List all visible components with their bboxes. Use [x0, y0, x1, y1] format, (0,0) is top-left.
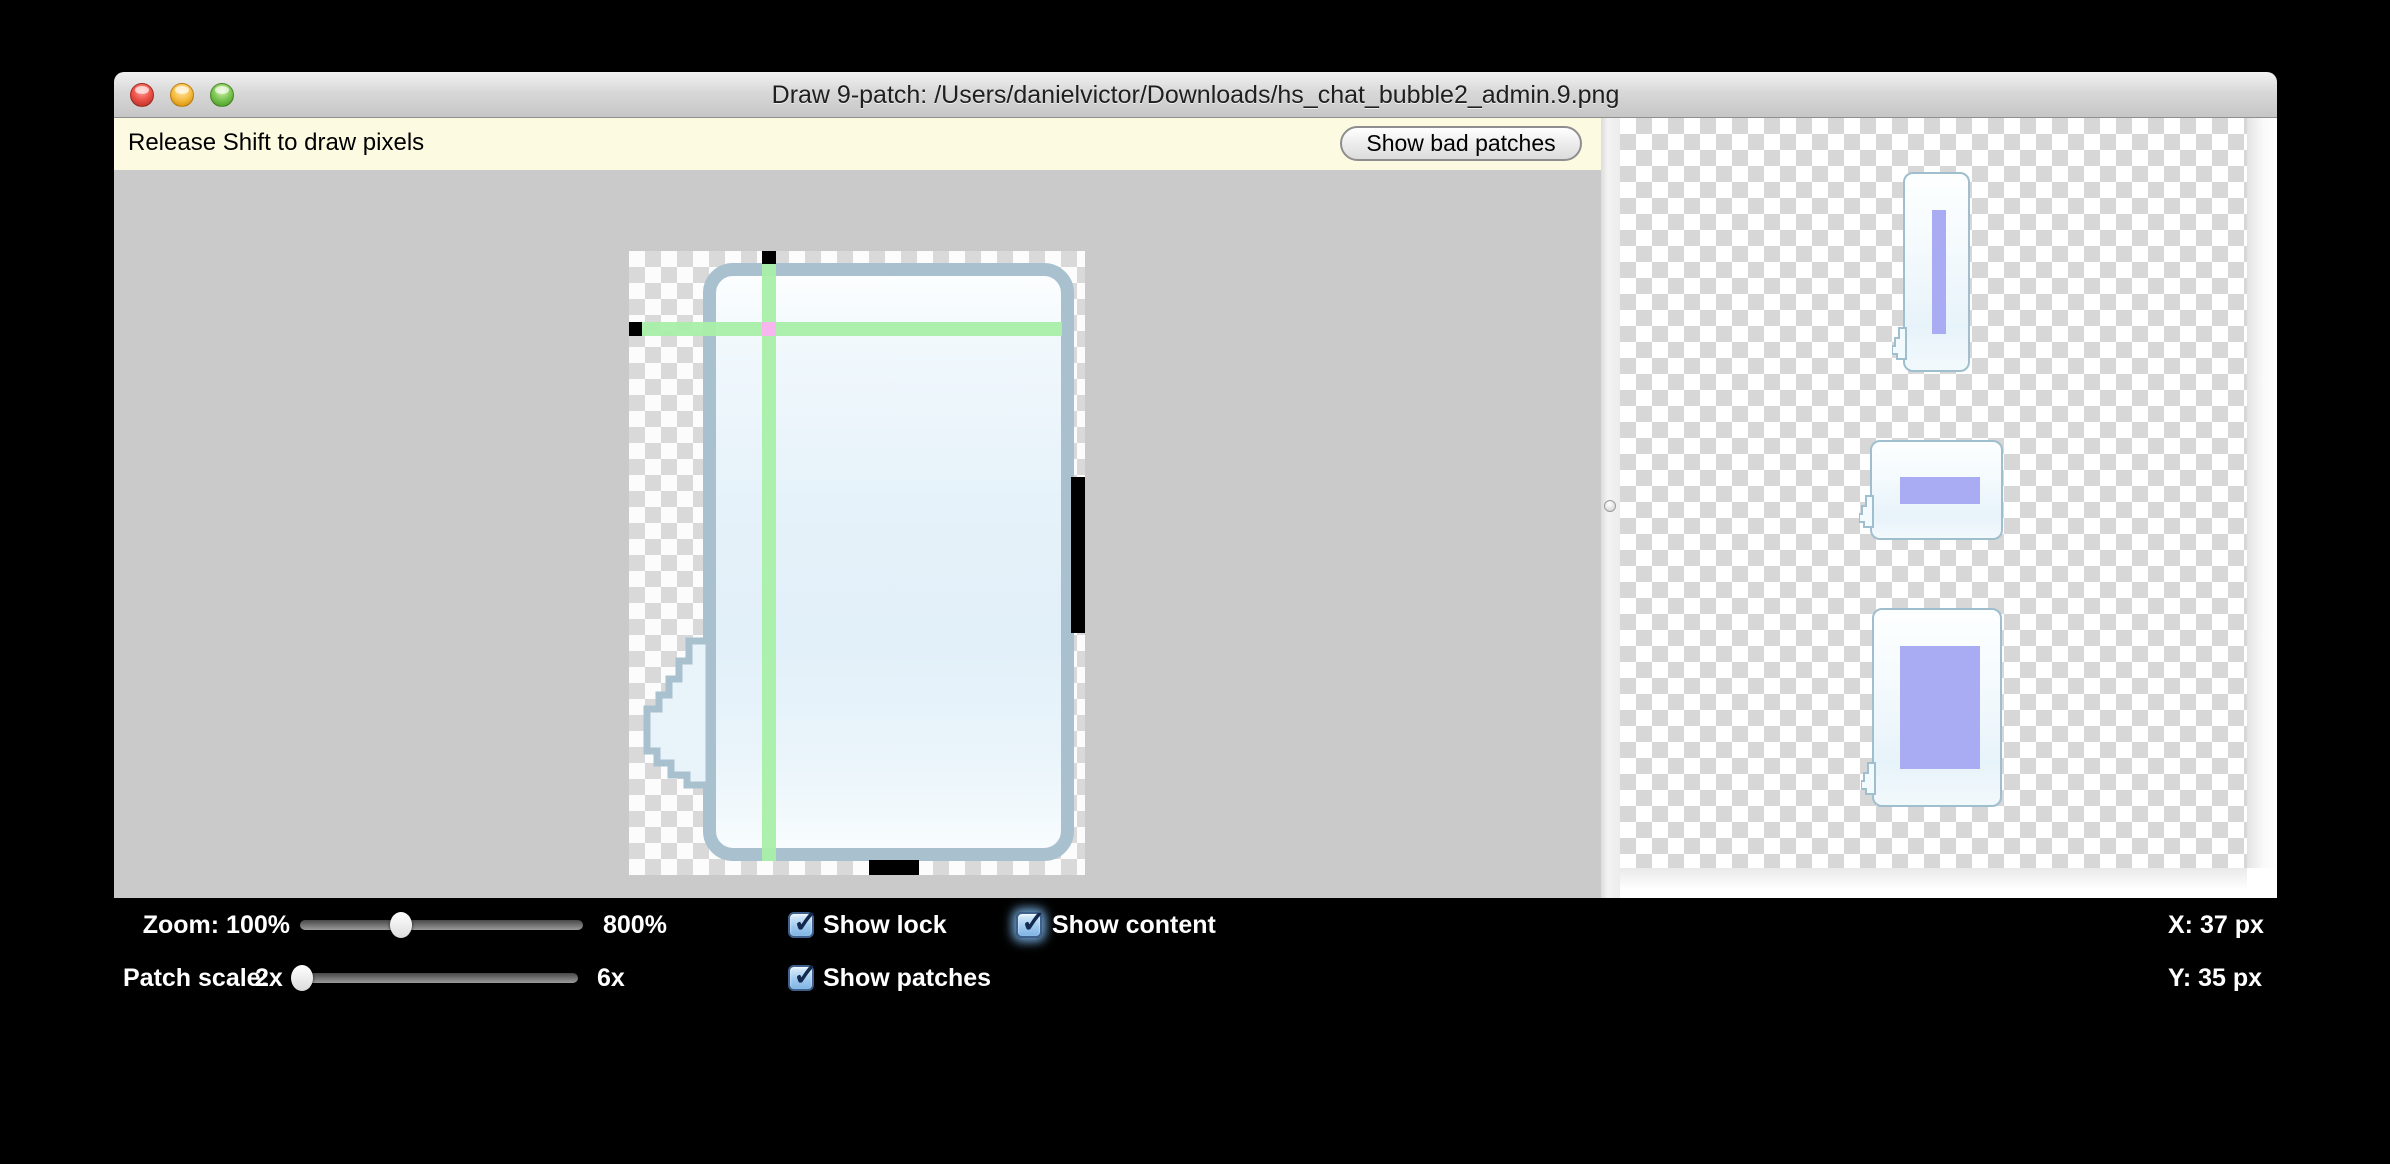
content-area-overlay	[1900, 646, 1980, 769]
preview-stretched-horizontal	[1870, 440, 2003, 540]
patch-scale-value: 2x	[255, 964, 283, 993]
window-titlebar[interactable]: Draw 9-patch: /Users/danielvictor/Downlo…	[114, 72, 2277, 118]
horizontal-scrollbar[interactable]	[1620, 868, 2247, 898]
padding-mark-bottom	[869, 860, 919, 875]
show-patches-checkbox[interactable]: ✓	[788, 965, 814, 991]
editor-canvas[interactable]	[114, 170, 1601, 898]
patch-mark-left	[629, 322, 642, 336]
checkmark-icon: ✓	[793, 958, 818, 993]
content-area-overlay	[1932, 210, 1946, 334]
status-bar: Release Shift to draw pixels Show bad pa…	[114, 118, 1601, 170]
preview-panel	[1620, 118, 2277, 898]
stretch-line-vertical	[762, 263, 776, 861]
splitter-handle-icon[interactable]	[1604, 500, 1616, 512]
minimize-button-icon[interactable]	[170, 83, 194, 107]
preview-tail-icon	[1892, 326, 1907, 364]
zoom-slider-label: Zoom: 100%	[100, 911, 290, 940]
show-lock-checkbox[interactable]: ✓	[788, 912, 814, 938]
screen: Draw 9-patch: /Users/danielvictor/Downlo…	[0, 0, 2390, 1164]
scrollbar-corner	[2247, 868, 2277, 898]
patch-scale-label: Patch scale:	[123, 964, 269, 993]
show-lock-label[interactable]: Show lock	[823, 911, 947, 940]
patch-scale-slider[interactable]	[295, 973, 578, 983]
patch-mark-top	[762, 251, 776, 264]
cursor-x-readout: X: 37 px	[2168, 911, 2264, 940]
chat-bubble-tail	[633, 633, 717, 805]
pane-splitter[interactable]	[1601, 118, 1620, 898]
status-message: Release Shift to draw pixels	[128, 129, 424, 157]
lock-intersection-marker	[762, 322, 776, 336]
preview-stretched-both	[1872, 608, 2002, 807]
zoom-slider-thumb[interactable]	[390, 912, 412, 938]
patch-scale-slider-thumb[interactable]	[291, 965, 313, 991]
show-content-label[interactable]: Show content	[1052, 911, 1216, 940]
ninepatch-image-area[interactable]	[629, 251, 1085, 875]
close-button-icon[interactable]	[130, 83, 154, 107]
cursor-y-readout: Y: 35 px	[2168, 964, 2262, 993]
chat-bubble-graphic	[703, 263, 1074, 861]
stretch-line-horizontal	[641, 322, 1062, 336]
zoom-slider[interactable]	[300, 920, 583, 930]
padding-mark-right	[1071, 477, 1085, 633]
zoom-max-label: 800%	[603, 911, 667, 940]
window-title: Draw 9-patch: /Users/danielvictor/Downlo…	[114, 72, 2277, 118]
show-content-checkbox[interactable]: ✓	[1016, 912, 1042, 938]
content-area-overlay	[1900, 477, 1980, 504]
preview-stretched-vertical	[1903, 172, 1970, 372]
show-patches-label[interactable]: Show patches	[823, 964, 991, 993]
preview-tail-icon	[1859, 494, 1874, 532]
maximize-button-icon[interactable]	[210, 83, 234, 107]
vertical-scrollbar[interactable]	[2247, 118, 2277, 868]
show-bad-patches-button[interactable]: Show bad patches	[1340, 126, 1582, 161]
patch-scale-max-label: 6x	[597, 964, 625, 993]
checkmark-icon: ✓	[1021, 905, 1046, 940]
preview-tail-icon	[1861, 761, 1876, 799]
checkmark-icon: ✓	[793, 905, 818, 940]
